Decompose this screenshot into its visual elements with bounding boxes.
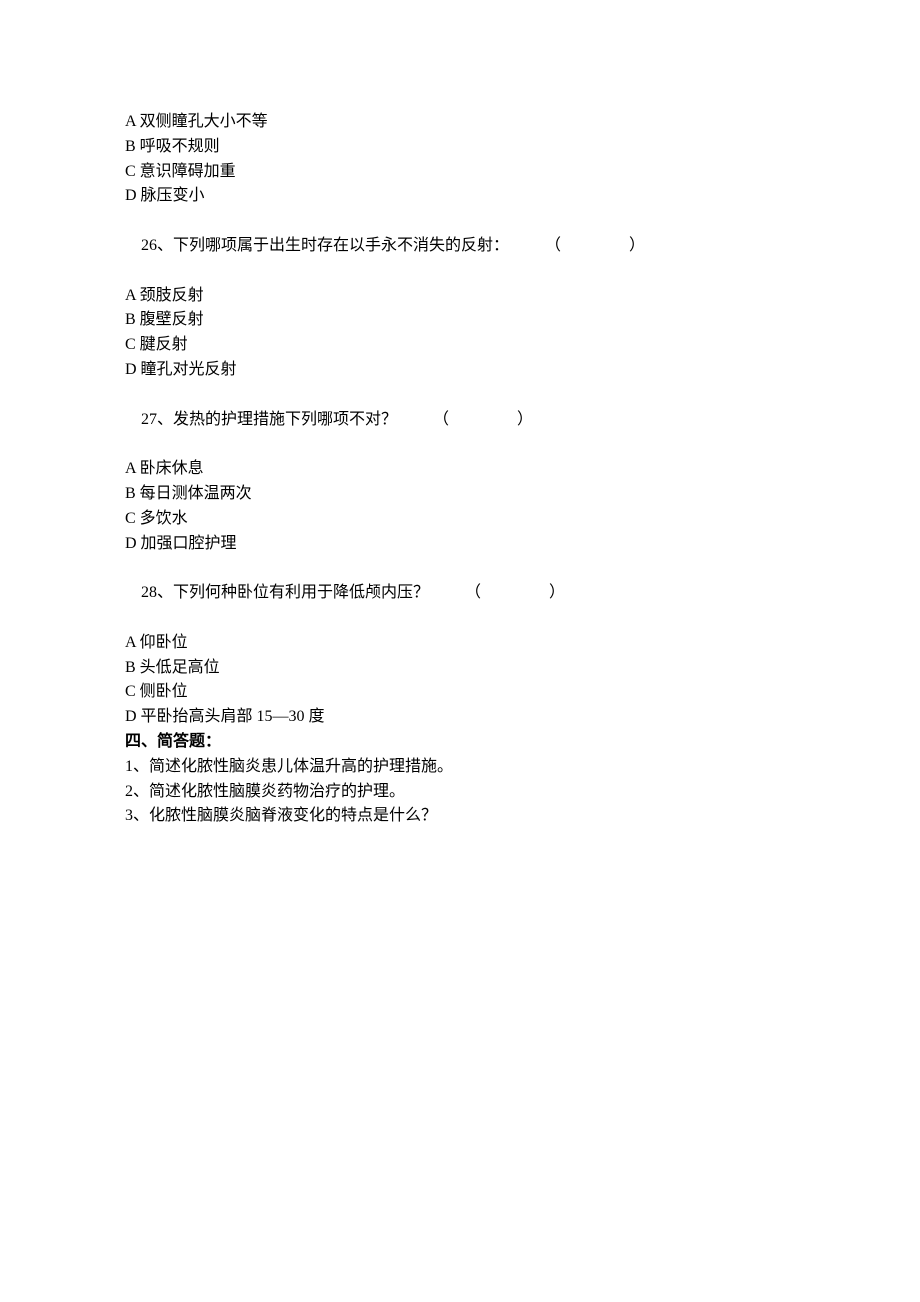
question-27-stem: 27、发热的护理措施下列哪项不对？: [141, 411, 397, 428]
option-line: C 多饮水: [125, 507, 795, 532]
option-line: B 每日测体温两次: [125, 482, 795, 507]
option-line: A 双侧瞳孔大小不等: [125, 110, 795, 135]
question-26-stem-line: 26、下列哪项属于出生时存在以手永不消失的反射： （ ）: [125, 209, 795, 283]
short-answer-item: 2、简述化脓性脑膜炎药物治疗的护理。: [125, 780, 795, 805]
option-line: D 平卧抬高头肩部 15—30 度: [125, 705, 795, 730]
question-27-stem-line: 27、发热的护理措施下列哪项不对？ （ ）: [125, 383, 795, 457]
paren-open: （: [465, 584, 481, 601]
option-line: C 意识障碍加重: [125, 160, 795, 185]
option-line: D 瞳孔对光反射: [125, 358, 795, 383]
question-26-stem: 26、下列哪项属于出生时存在以手永不消失的反射：: [141, 237, 509, 254]
paren-open: （: [545, 237, 561, 254]
paren-open: （: [433, 411, 449, 428]
short-answer-item: 1、简述化脓性脑炎患儿体温升高的护理措施。: [125, 755, 795, 780]
option-line: D 加强口腔护理: [125, 532, 795, 557]
short-answer-item: 3、化脓性脑膜炎脑脊液变化的特点是什么？: [125, 804, 795, 829]
question-28-stem-line: 28、下列何种卧位有利用于降低颅内压？ （ ）: [125, 556, 795, 630]
option-line: C 腱反射: [125, 333, 795, 358]
option-line: B 腹壁反射: [125, 308, 795, 333]
option-line: A 卧床休息: [125, 457, 795, 482]
option-line: A 仰卧位: [125, 631, 795, 656]
option-line: B 头低足高位: [125, 656, 795, 681]
document-body: A 双侧瞳孔大小不等 B 呼吸不规则 C 意识障碍加重 D 脉压变小 26、下列…: [125, 110, 795, 829]
option-line: B 呼吸不规则: [125, 135, 795, 160]
question-28-stem: 28、下列何种卧位有利用于降低颅内压？: [141, 584, 429, 601]
section-4-heading: 四、简答题：: [125, 730, 795, 755]
paren-close: ）: [629, 237, 645, 254]
option-line: A 颈肢反射: [125, 284, 795, 309]
option-line: C 侧卧位: [125, 680, 795, 705]
option-line: D 脉压变小: [125, 184, 795, 209]
paren-close: ）: [517, 411, 533, 428]
paren-close: ）: [549, 584, 565, 601]
